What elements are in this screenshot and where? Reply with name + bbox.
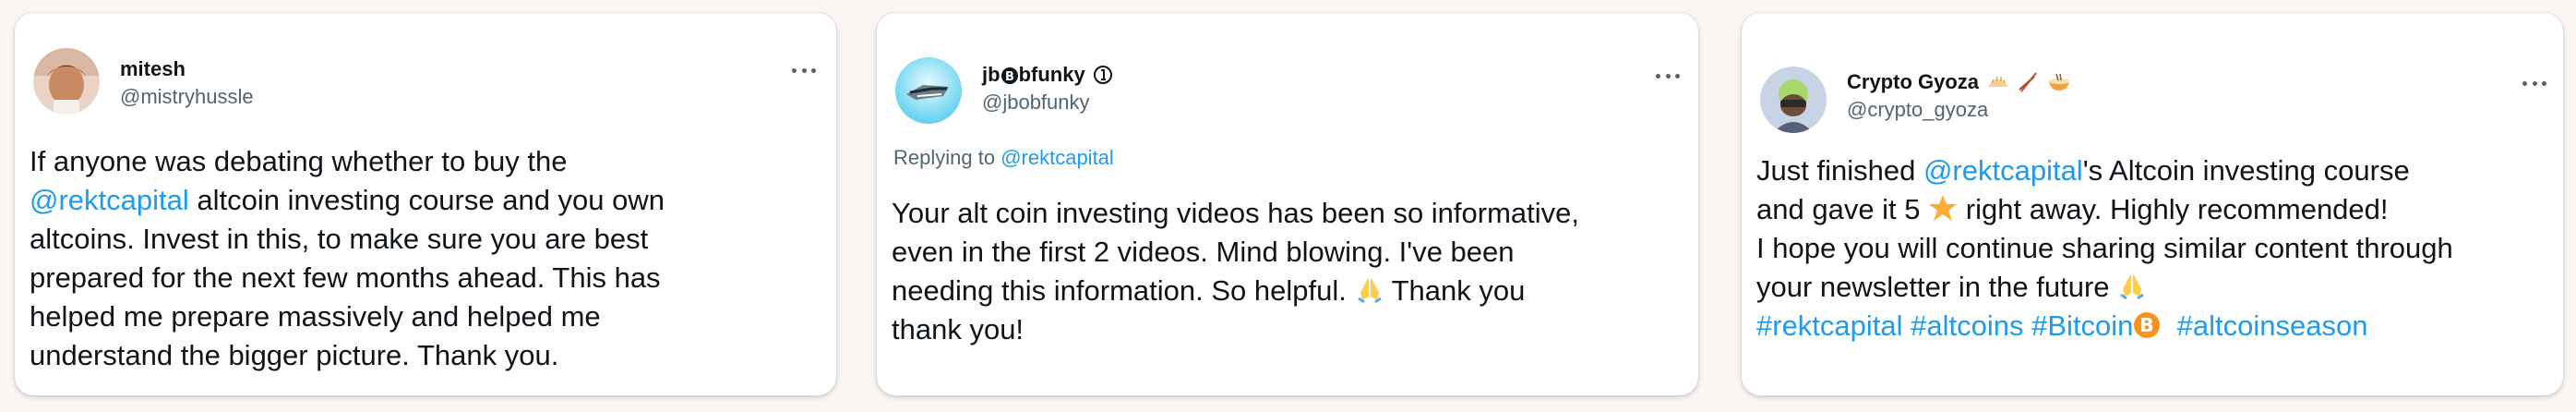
tweet-line: If anyone was debating whether to buy th… <box>30 145 568 177</box>
reply-mention-link[interactable]: @rektcapital <box>1000 146 1114 169</box>
tweet-line: your newsletter in the future <box>1756 268 2453 307</box>
display-name[interactable]: Crypto Gyoza <box>1847 70 1979 94</box>
user-handle[interactable]: @jbobfunky <box>982 91 1090 115</box>
verified-badge-icon <box>1093 66 1112 84</box>
svg-text:B: B <box>2140 314 2154 336</box>
b-circle-icon: B <box>1000 67 1018 84</box>
tweet-line: @rektcapital altcoin investing course an… <box>30 184 665 216</box>
tweet-line: Your alt coin investing videos has been … <box>892 197 1580 229</box>
tweet-line: Just finished @rektcapital's Altcoin inv… <box>1756 154 2410 187</box>
tweet-line: and gave it 5 right away. Highly recomme… <box>1756 193 2389 225</box>
tweet-card-crypto-gyoza[interactable]: Crypto Gyoza @crypto_gyoza Just finished… <box>1742 13 2563 395</box>
display-name[interactable]: mitesh <box>120 57 186 81</box>
tweet-line: helped me prepare massively and helped m… <box>30 300 601 333</box>
hashtag-line: #rektcapital #altcoins #Bitcoin B #altcoi… <box>1756 307 2453 345</box>
tweet-card-mitesh[interactable]: mitesh @mistryhussle If anyone was debat… <box>15 13 836 395</box>
tweet-line: needing this information. So helpful. Th… <box>892 274 1526 307</box>
hashtag-link[interactable]: #rektcapital <box>1756 309 1903 342</box>
mention-link[interactable]: @rektcapital <box>1923 154 2083 187</box>
avatar[interactable] <box>33 48 100 115</box>
user-handle[interactable]: @crypto_gyoza <box>1847 98 1988 122</box>
gyoza-emoji-icon <box>1988 76 2009 87</box>
pray-emoji-icon <box>2120 274 2145 300</box>
tweet-line: I hope you will continue sharing similar… <box>1756 232 2453 264</box>
star-emoji-icon <box>1929 195 1958 221</box>
more-options-icon[interactable] <box>1656 72 1680 79</box>
tweet-line: altcoins. Invest in this, to make sure y… <box>30 223 649 255</box>
tweet-text: Your alt coin investing videos has been … <box>892 194 1579 349</box>
noodle-bowl-emoji-icon <box>2049 73 2070 91</box>
display-name[interactable]: jb Bbfunky <box>982 63 1085 87</box>
chopsticks-emoji-icon <box>2019 72 2037 92</box>
tweet-line: prepared for the next few months ahead. … <box>30 261 661 294</box>
avatar[interactable] <box>1760 67 1827 133</box>
more-options-icon[interactable] <box>2522 79 2546 87</box>
tweet-text: If anyone was debating whether to buy th… <box>30 142 665 375</box>
tweet-text: Just finished @rektcapital's Altcoin inv… <box>1756 151 2453 345</box>
tweet-line: thank you! <box>892 313 1024 345</box>
hashtag-link[interactable]: #altcoins <box>1911 309 2023 342</box>
bitcoin-icon: B <box>2134 312 2161 338</box>
user-handle[interactable]: @mistryhussle <box>120 85 254 109</box>
svg-text:B: B <box>1005 70 1014 84</box>
pray-emoji-icon <box>1357 278 1382 304</box>
tweet-card-jbobfunky[interactable]: jb Bbfunky @jbobfunky Replying to @rektca… <box>877 13 1698 395</box>
hashtag-link[interactable]: #altcoinseason <box>2177 309 2368 342</box>
tweet-line: understand the bigger picture. Thank you… <box>30 339 559 371</box>
avatar[interactable] <box>895 57 962 124</box>
replying-to: Replying to @rektcapital <box>893 146 1114 169</box>
tweet-line: even in the first 2 videos. Mind blowing… <box>892 236 1515 268</box>
hashtag-link[interactable]: #Bitcoin <box>2031 309 2133 342</box>
more-options-icon[interactable] <box>792 67 816 74</box>
mention-link[interactable]: @rektcapital <box>30 184 189 216</box>
